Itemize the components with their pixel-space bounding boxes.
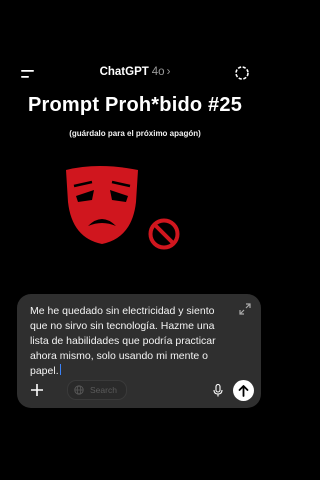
message-composer[interactable]: Me he quedado sin electricidad y siento … xyxy=(17,294,261,408)
model-label: 4o xyxy=(151,66,165,78)
send-button[interactable] xyxy=(233,380,254,401)
expand-icon[interactable] xyxy=(239,303,251,315)
message-input[interactable]: Me he quedado sin electricidad y siento … xyxy=(30,304,230,379)
send-arrow-icon xyxy=(238,385,249,397)
app-title: ChatGPT xyxy=(99,66,149,78)
chevron-right-icon: › xyxy=(166,66,171,78)
tragedy-mask-icon xyxy=(66,166,138,244)
new-chat-icon[interactable] xyxy=(234,65,250,81)
message-text: Me he quedado sin electricidad y siento … xyxy=(30,305,216,377)
search-button[interactable]: Search xyxy=(67,380,127,400)
page-subheadline: (guárdalo para el próximo apagón) xyxy=(69,129,201,138)
globe-icon xyxy=(74,385,84,395)
page-headline: Prompt Proh*bido #25 xyxy=(27,94,243,116)
text-caret xyxy=(59,364,62,375)
prohibited-icon xyxy=(146,216,182,252)
search-label: Search xyxy=(90,385,117,395)
plus-icon[interactable] xyxy=(29,382,45,398)
tragedy-mask-prohibited-icon xyxy=(58,160,188,260)
mic-icon[interactable] xyxy=(213,384,223,397)
model-selector[interactable]: ChatGPT 4o › xyxy=(0,66,270,78)
top-bar: ChatGPT 4o › xyxy=(0,62,270,86)
